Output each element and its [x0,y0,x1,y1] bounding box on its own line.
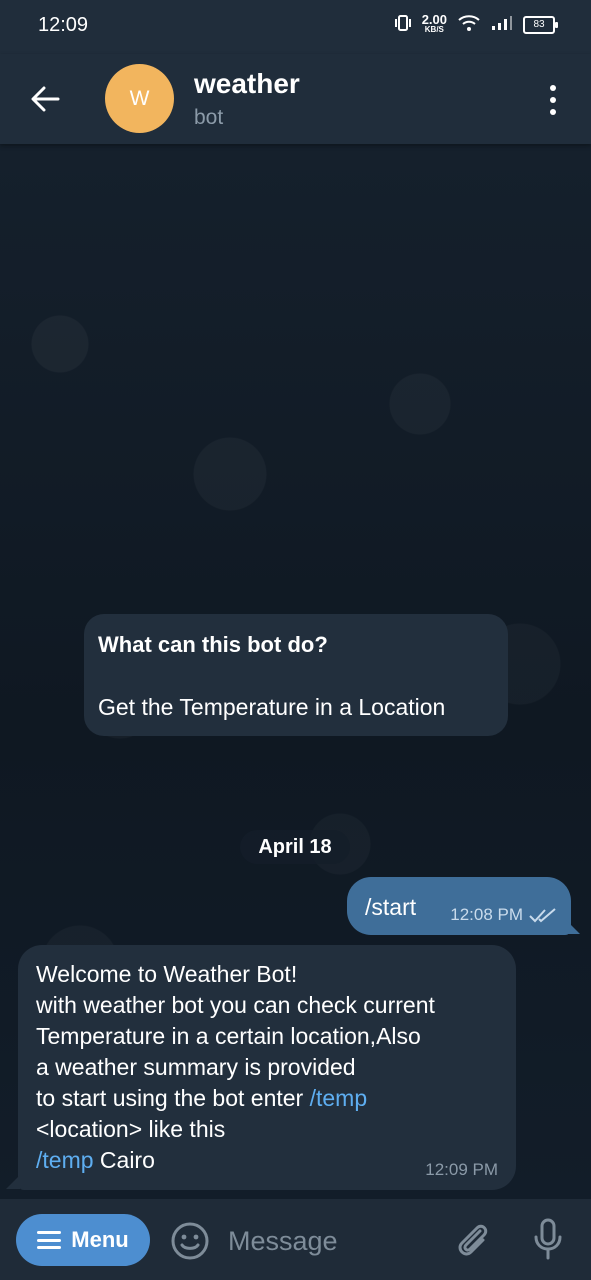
menu-button-label: Menu [71,1227,129,1252]
more-vertical-dot [550,109,556,115]
message-text-part: Cairo [93,1147,155,1173]
chat-subtitle: bot [194,106,224,129]
date-separator: April 18 [240,830,350,864]
more-vertical-dot [550,97,556,103]
attach-button[interactable] [452,1219,492,1259]
message-input[interactable] [226,1217,440,1265]
incoming-message[interactable]: Welcome to Weather Bot! with weather bot… [18,945,516,1190]
back-arrow-icon [31,86,60,112]
avatar-letter: W [129,86,150,110]
network-speed: 2.00 KB/S [421,11,447,35]
back-button[interactable] [22,76,68,122]
message-time: 12:08 PM [450,905,523,924]
menu-button[interactable]: Menu [16,1214,150,1266]
message-time: 12:09 PM [425,1160,498,1179]
outgoing-message[interactable]: /start 12:08 PM [347,877,571,935]
message-line: Welcome to Weather Bot! [36,961,298,987]
bot-description-text: Get the Temperature in a Location [98,694,446,720]
signal-icon [491,15,513,34]
emoji-icon [171,1222,209,1260]
hamburger-icon [37,1231,62,1249]
status-bar: 12:09 2.00 KB/S 83 [0,0,591,54]
message-composer: Menu [0,1199,591,1280]
message-line: Temperature in a certain location,Also [36,1023,421,1049]
hamburger-line [37,1231,62,1234]
incoming-bubble-tail [6,1175,20,1189]
telegram-chat-screen: 12:09 2.00 KB/S 83 W weather bot What ca… [0,0,591,1280]
bot-description-title: What can this bot do? [98,632,328,657]
chat-title[interactable]: weather [194,68,300,100]
message-line: <location> like this [36,1116,226,1142]
double-check-icon [529,908,556,923]
temp-command-link[interactable]: /temp [310,1085,368,1111]
chat-header: W weather bot [0,54,591,144]
status-time: 12:09 [38,14,89,36]
wifi-icon [457,14,481,35]
temp-command-link[interactable]: /temp [36,1147,94,1173]
hamburger-line [37,1246,62,1249]
message-line: to start using the bot enter /temp [36,1083,506,1114]
vibrate-icon [394,15,412,34]
network-speed-value: 2.00 [421,11,447,27]
message-text-part: to start using the bot enter [36,1085,310,1111]
hamburger-line [37,1238,62,1242]
network-speed-unit: KB/S [424,24,444,34]
message-text: /start [365,894,417,920]
message-line: a weather summary is provided [36,1054,356,1080]
more-options-button[interactable] [541,80,565,120]
bot-description-card: What can this bot do? Get the Temperatur… [84,614,508,736]
message-meta: 12:08 PM [450,905,557,925]
status-icons: 2.00 KB/S 83 [394,11,558,35]
message-body: Welcome to Weather Bot! with weather bot… [36,959,506,1176]
avatar[interactable]: W [105,64,174,133]
more-vertical-icon [550,85,556,91]
microphone-icon [534,1218,562,1260]
paperclip-icon [458,1224,488,1256]
message-line: with weather bot you can check current [36,992,435,1018]
emoji-button[interactable] [170,1221,210,1261]
battery-icon: 83 [523,15,558,34]
microphone-button[interactable] [528,1217,568,1261]
outgoing-bubble-tail [566,920,580,934]
